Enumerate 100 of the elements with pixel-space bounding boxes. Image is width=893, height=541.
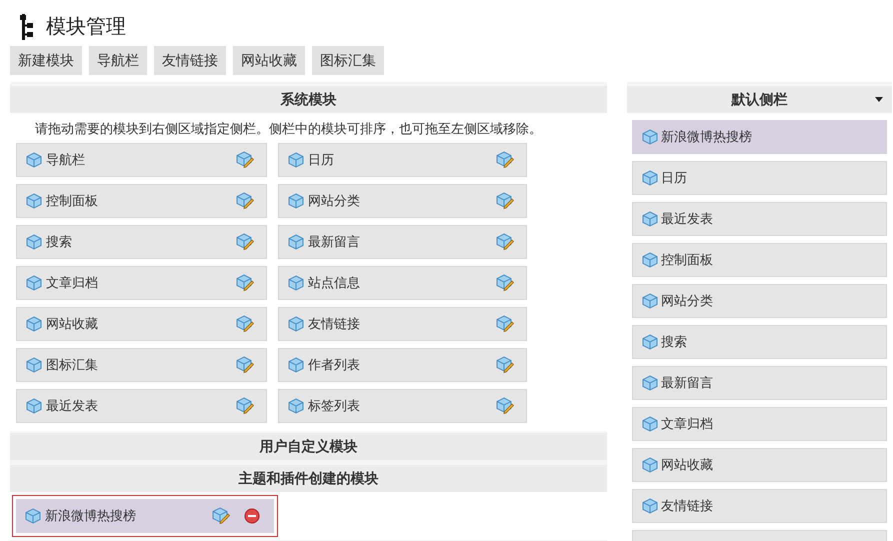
module-item[interactable]: 图标汇集 [16, 348, 267, 382]
cube-icon [26, 356, 42, 372]
sidebar-module-item[interactable]: 最新留言 [632, 366, 887, 400]
tab-button[interactable]: 图标汇集 [312, 46, 384, 75]
module-item[interactable]: 友情链接 [278, 306, 527, 340]
cube-icon [26, 192, 42, 208]
module-item[interactable]: 标签列表 [278, 388, 527, 422]
module-label: 站点信息 [308, 274, 361, 292]
cube-icon [26, 152, 42, 168]
module-label: 最近发表 [661, 210, 713, 228]
module-label: 文章归档 [46, 274, 99, 292]
dropdown-caret-icon[interactable] [875, 97, 883, 102]
module-label: 网站收藏 [46, 314, 99, 333]
edit-icon[interactable] [496, 192, 514, 209]
instruction-text: 请拖动需要的模块到右侧区域指定侧栏。侧栏中的模块可排序，也可拖至左侧区域移除。 [34, 120, 543, 138]
cube-icon [26, 316, 42, 332]
cube-icon [642, 334, 658, 350]
cube-icon [25, 508, 41, 524]
module-label: 日历 [661, 169, 687, 188]
cube-icon [26, 398, 42, 414]
module-label: 图标汇集 [46, 356, 99, 374]
tab-button[interactable]: 新建模块 [10, 46, 82, 75]
sidebar-module-item[interactable]: 网站收藏 [632, 448, 887, 482]
cube-icon [288, 316, 304, 332]
cube-icon [642, 498, 658, 514]
tab-button[interactable]: 友情链接 [154, 46, 226, 75]
edit-icon[interactable] [236, 274, 254, 291]
module-label: 搜索 [46, 232, 73, 251]
module-item[interactable]: 最新留言 [278, 224, 527, 258]
module-label: 网站收藏 [661, 456, 713, 474]
module-item[interactable]: 站点信息 [278, 266, 527, 300]
cube-icon [288, 234, 304, 250]
module-label: 导航栏 [46, 150, 86, 169]
sidebar-header[interactable]: 默认侧栏 [627, 86, 892, 113]
cube-icon [288, 398, 304, 414]
module-label: 标签列表 [308, 396, 361, 415]
edit-icon[interactable] [496, 397, 514, 414]
module-label: 作者列表 [308, 356, 361, 374]
edit-icon[interactable] [496, 151, 514, 168]
sidebar-module-item[interactable]: 最近发表 [632, 202, 887, 236]
sidebar-module-item[interactable]: 友情链接 [632, 489, 887, 523]
cube-icon [642, 252, 658, 268]
edit-icon[interactable] [236, 356, 254, 373]
module-label: 日历 [308, 150, 335, 169]
module-label: 友情链接 [308, 314, 361, 333]
edit-icon[interactable] [236, 151, 254, 168]
section-header: 主题和插件创建的模块 [10, 464, 607, 492]
module-item[interactable]: 导航栏 [16, 142, 267, 176]
sidebar-module-item[interactable]: 日历 [632, 161, 887, 195]
sidebar-module-item[interactable]: 新浪微博热搜榜 [632, 120, 887, 154]
cube-icon [642, 457, 658, 473]
cube-icon [642, 129, 658, 145]
page-title: 模块管理 [46, 14, 126, 40]
tab-button[interactable]: 导航栏 [89, 46, 147, 75]
module-item[interactable]: 控制面板 [16, 184, 267, 218]
module-label: 新浪微博热搜榜 [661, 128, 752, 146]
edit-icon[interactable] [236, 315, 254, 332]
module-label: 搜索 [661, 333, 687, 352]
module-label: 友情链接 [661, 497, 713, 516]
edit-icon[interactable] [236, 233, 254, 250]
module-label: 最近发表 [46, 396, 99, 415]
module-item[interactable]: 作者列表 [278, 348, 527, 382]
section-header: 用户自定义模块 [10, 432, 607, 460]
module-label: 文章归档 [661, 415, 713, 434]
edit-icon[interactable] [212, 507, 230, 524]
sidebar-module-item[interactable]: 控制面板 [632, 243, 887, 277]
cube-icon [26, 274, 42, 290]
edit-icon[interactable] [236, 397, 254, 414]
cube-icon [642, 170, 658, 186]
module-label: 最新留言 [661, 374, 713, 392]
cube-icon [288, 356, 304, 372]
edit-icon[interactable] [496, 274, 514, 291]
module-label: 网站分类 [308, 192, 361, 210]
module-item[interactable]: 搜索 [16, 224, 267, 258]
delete-icon[interactable] [244, 508, 260, 524]
sidebar-module-item[interactable]: 网站分类 [632, 284, 887, 318]
module-item[interactable]: 日历 [278, 142, 527, 176]
module-label: 控制面板 [661, 251, 713, 270]
module-item[interactable]: 文章归档 [16, 266, 267, 300]
edit-icon[interactable] [496, 233, 514, 250]
module-label: 控制面板 [46, 192, 99, 210]
sidebar-module-item[interactable]: 文章归档 [632, 407, 887, 441]
module-item[interactable]: 网站分类 [278, 184, 527, 218]
cube-icon [26, 234, 42, 250]
edit-icon[interactable] [496, 315, 514, 332]
edit-icon[interactable] [236, 192, 254, 209]
cube-icon [288, 152, 304, 168]
tree-structure-icon [20, 14, 34, 40]
cube-icon [642, 211, 658, 227]
cube-icon [642, 375, 658, 391]
module-label: 网站分类 [661, 292, 713, 310]
tab-button[interactable]: 网站收藏 [233, 46, 305, 75]
section-header: 系统模块 [10, 86, 607, 113]
cube-icon [288, 192, 304, 208]
module-item[interactable]: 最近发表 [16, 388, 267, 422]
edit-icon[interactable] [496, 356, 514, 373]
sidebar-module-item[interactable]: 搜索 [632, 325, 887, 359]
module-item[interactable]: 网站收藏 [16, 306, 267, 340]
cube-icon [642, 416, 658, 432]
module-item[interactable]: 新浪微博热搜榜 [16, 498, 274, 532]
